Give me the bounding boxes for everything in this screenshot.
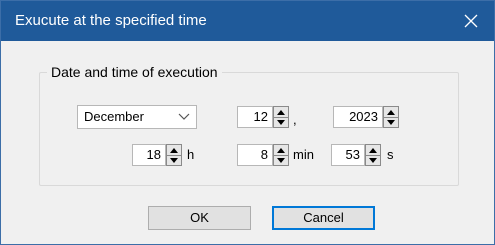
year-spin-buttons <box>383 106 399 128</box>
close-icon <box>464 14 478 28</box>
hour-spinner: 18 <box>132 144 182 166</box>
arrow-down-icon <box>277 157 285 163</box>
dialog-window: Exucute at the specified time Date and t… <box>0 0 495 245</box>
month-value: December <box>84 109 144 124</box>
minute-spinner: 8 <box>237 144 289 166</box>
group-legend: Date and time of execution <box>47 64 222 80</box>
arrow-down-icon <box>387 119 395 125</box>
hour-input[interactable]: 18 <box>132 144 166 166</box>
year-down-button[interactable] <box>384 117 398 127</box>
ok-button[interactable]: OK <box>148 206 251 230</box>
second-spin-buttons <box>365 144 381 166</box>
minute-down-button[interactable] <box>274 155 288 165</box>
chevron-down-icon <box>178 113 190 120</box>
datetime-group <box>39 72 459 186</box>
month-dropdown[interactable]: December <box>77 105 197 129</box>
second-down-button[interactable] <box>366 155 380 165</box>
hour-spin-buttons <box>166 144 182 166</box>
cancel-button[interactable]: Cancel <box>272 206 375 230</box>
second-input[interactable]: 53 <box>331 144 365 166</box>
date-separator: , <box>293 112 297 127</box>
title-bar: Exucute at the specified time <box>1 1 494 41</box>
arrow-up-icon <box>277 109 285 115</box>
day-spinner: 12 <box>237 106 289 128</box>
year-input[interactable]: 2023 <box>333 106 383 128</box>
day-input[interactable]: 12 <box>237 106 273 128</box>
year-spinner: 2023 <box>333 106 399 128</box>
arrow-up-icon <box>387 109 395 115</box>
arrow-up-icon <box>369 147 377 153</box>
arrow-down-icon <box>170 157 178 163</box>
second-spinner: 53 <box>331 144 381 166</box>
second-unit: s <box>387 147 394 162</box>
hour-down-button[interactable] <box>167 155 181 165</box>
close-button[interactable] <box>448 1 494 41</box>
minute-spin-buttons <box>273 144 289 166</box>
day-spin-buttons <box>273 106 289 128</box>
arrow-down-icon <box>277 119 285 125</box>
arrow-down-icon <box>369 157 377 163</box>
day-down-button[interactable] <box>274 117 288 127</box>
minute-unit: min <box>293 147 314 162</box>
minute-input[interactable]: 8 <box>237 144 273 166</box>
arrow-up-icon <box>277 147 285 153</box>
arrow-up-icon <box>170 147 178 153</box>
window-title: Exucute at the specified time <box>15 12 207 29</box>
hour-unit: h <box>187 147 195 162</box>
